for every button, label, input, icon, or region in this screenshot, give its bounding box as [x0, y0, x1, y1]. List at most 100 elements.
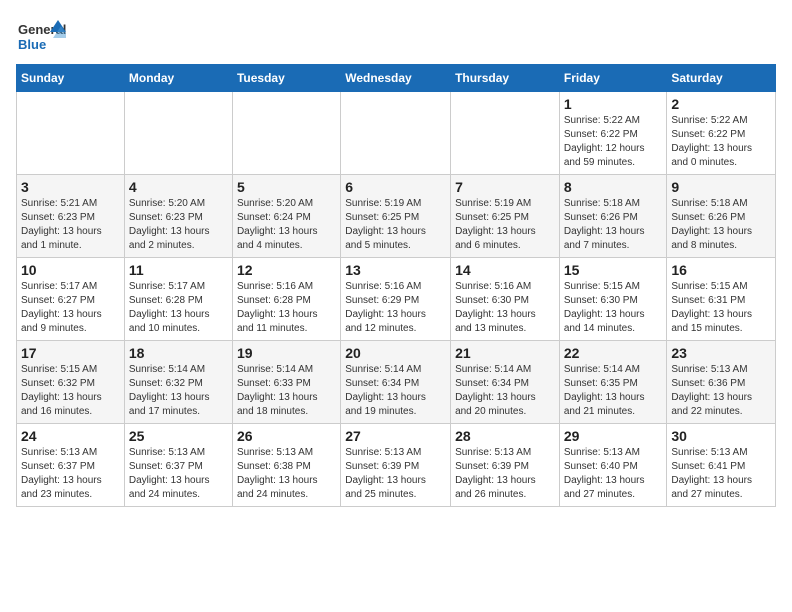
calendar-row: 3Sunrise: 5:21 AM Sunset: 6:23 PM Daylig…	[17, 175, 776, 258]
day-number: 16	[671, 262, 771, 278]
day-number: 19	[237, 345, 336, 361]
day-number: 8	[564, 179, 663, 195]
calendar-cell	[17, 92, 125, 175]
day-number: 23	[671, 345, 771, 361]
day-number: 25	[129, 428, 228, 444]
cell-info: Sunrise: 5:19 AM Sunset: 6:25 PM Dayligh…	[345, 197, 446, 253]
calendar-cell	[451, 92, 560, 175]
header-friday: Friday	[559, 65, 667, 92]
calendar-cell: 13 Sunrise: 5:16 AM Sunset: 6:29 PM Dayli…	[341, 258, 451, 341]
cell-info: Sunrise: 5:22 AM Sunset: 6:22 PM Dayligh…	[564, 114, 663, 170]
svg-text:Blue: Blue	[18, 37, 46, 52]
day-number: 4	[129, 179, 228, 195]
cell-info: Sunrise: 5:15 AM Sunset: 6:30 PM Dayligh…	[564, 280, 663, 336]
cell-info: Sunrise: 5:16 AM Sunset: 6:29 PM Dayligh…	[345, 280, 446, 336]
calendar-cell: 3Sunrise: 5:21 AM Sunset: 6:23 PM Daylig…	[17, 175, 125, 258]
cell-info: Sunrise: 5:13 AM Sunset: 6:39 PM Dayligh…	[455, 446, 555, 502]
day-number: 20	[345, 345, 446, 361]
logo: General Blue	[16, 16, 66, 56]
calendar-cell: 15 Sunrise: 5:15 AM Sunset: 6:30 PM Dayli…	[559, 258, 667, 341]
cell-info: Sunrise: 5:13 AM Sunset: 6:38 PM Dayligh…	[237, 446, 336, 502]
cell-info: Sunrise: 5:15 AM Sunset: 6:32 PM Dayligh…	[21, 363, 120, 419]
cell-info: Sunrise: 5:13 AM Sunset: 6:37 PM Dayligh…	[21, 446, 120, 502]
header-monday: Monday	[124, 65, 232, 92]
calendar-cell: 14 Sunrise: 5:16 AM Sunset: 6:30 PM Dayli…	[451, 258, 560, 341]
day-number: 18	[129, 345, 228, 361]
day-number: 10	[21, 262, 120, 278]
cell-info: Sunrise: 5:18 AM Sunset: 6:26 PM Dayligh…	[564, 197, 663, 253]
calendar-cell: 16 Sunrise: 5:15 AM Sunset: 6:31 PM Dayli…	[667, 258, 776, 341]
header-row: SundayMondayTuesdayWednesdayThursdayFrid…	[17, 65, 776, 92]
calendar-cell: 18 Sunrise: 5:14 AM Sunset: 6:32 PM Dayli…	[124, 341, 232, 424]
calendar-cell: 2 Sunrise: 5:22 AM Sunset: 6:22 PM Daylig…	[667, 92, 776, 175]
cell-info: Sunrise: 5:14 AM Sunset: 6:34 PM Dayligh…	[345, 363, 446, 419]
calendar-cell: 6 Sunrise: 5:19 AM Sunset: 6:25 PM Daylig…	[341, 175, 451, 258]
calendar-cell	[341, 92, 451, 175]
calendar-cell	[124, 92, 232, 175]
day-number: 2	[671, 96, 771, 112]
logo-svg: General Blue	[16, 16, 66, 56]
day-number: 6	[345, 179, 446, 195]
header-wednesday: Wednesday	[341, 65, 451, 92]
calendar-cell: 21 Sunrise: 5:14 AM Sunset: 6:34 PM Dayli…	[451, 341, 560, 424]
calendar-cell: 8 Sunrise: 5:18 AM Sunset: 6:26 PM Daylig…	[559, 175, 667, 258]
day-number: 3	[21, 179, 120, 195]
cell-info: Sunrise: 5:13 AM Sunset: 6:39 PM Dayligh…	[345, 446, 446, 502]
calendar-cell: 26Sunrise: 5:13 AM Sunset: 6:38 PM Dayli…	[232, 424, 340, 507]
calendar-cell: 12 Sunrise: 5:16 AM Sunset: 6:28 PM Dayli…	[232, 258, 340, 341]
page-header: General Blue	[16, 16, 776, 56]
calendar-cell: 1 Sunrise: 5:22 AM Sunset: 6:22 PM Daylig…	[559, 92, 667, 175]
calendar-cell: 19 Sunrise: 5:14 AM Sunset: 6:33 PM Dayli…	[232, 341, 340, 424]
day-number: 24	[21, 428, 120, 444]
day-number: 30	[671, 428, 771, 444]
day-number: 15	[564, 262, 663, 278]
day-number: 12	[237, 262, 336, 278]
cell-info: Sunrise: 5:20 AM Sunset: 6:24 PM Dayligh…	[237, 197, 336, 253]
day-number: 13	[345, 262, 446, 278]
header-thursday: Thursday	[451, 65, 560, 92]
cell-info: Sunrise: 5:13 AM Sunset: 6:41 PM Dayligh…	[671, 446, 771, 502]
cell-info: Sunrise: 5:13 AM Sunset: 6:36 PM Dayligh…	[671, 363, 771, 419]
day-number: 22	[564, 345, 663, 361]
day-number: 5	[237, 179, 336, 195]
cell-info: Sunrise: 5:18 AM Sunset: 6:26 PM Dayligh…	[671, 197, 771, 253]
calendar-cell: 9 Sunrise: 5:18 AM Sunset: 6:26 PM Daylig…	[667, 175, 776, 258]
day-number: 11	[129, 262, 228, 278]
day-number: 29	[564, 428, 663, 444]
day-number: 27	[345, 428, 446, 444]
cell-info: Sunrise: 5:14 AM Sunset: 6:32 PM Dayligh…	[129, 363, 228, 419]
calendar-table: SundayMondayTuesdayWednesdayThursdayFrid…	[16, 64, 776, 507]
calendar-cell: 25 Sunrise: 5:13 AM Sunset: 6:37 PM Dayli…	[124, 424, 232, 507]
cell-info: Sunrise: 5:16 AM Sunset: 6:28 PM Dayligh…	[237, 280, 336, 336]
header-sunday: Sunday	[17, 65, 125, 92]
calendar-cell: 11 Sunrise: 5:17 AM Sunset: 6:28 PM Dayli…	[124, 258, 232, 341]
calendar-cell: 27 Sunrise: 5:13 AM Sunset: 6:39 PM Dayli…	[341, 424, 451, 507]
cell-info: Sunrise: 5:22 AM Sunset: 6:22 PM Dayligh…	[671, 114, 771, 170]
cell-info: Sunrise: 5:20 AM Sunset: 6:23 PM Dayligh…	[129, 197, 228, 253]
calendar-cell: 7 Sunrise: 5:19 AM Sunset: 6:25 PM Daylig…	[451, 175, 560, 258]
day-number: 21	[455, 345, 555, 361]
calendar-cell: 30 Sunrise: 5:13 AM Sunset: 6:41 PM Dayli…	[667, 424, 776, 507]
day-number: 7	[455, 179, 555, 195]
cell-info: Sunrise: 5:14 AM Sunset: 6:33 PM Dayligh…	[237, 363, 336, 419]
day-number: 1	[564, 96, 663, 112]
calendar-row: 17Sunrise: 5:15 AM Sunset: 6:32 PM Dayli…	[17, 341, 776, 424]
cell-info: Sunrise: 5:14 AM Sunset: 6:35 PM Dayligh…	[564, 363, 663, 419]
cell-info: Sunrise: 5:13 AM Sunset: 6:40 PM Dayligh…	[564, 446, 663, 502]
cell-info: Sunrise: 5:17 AM Sunset: 6:27 PM Dayligh…	[21, 280, 120, 336]
day-number: 28	[455, 428, 555, 444]
cell-info: Sunrise: 5:13 AM Sunset: 6:37 PM Dayligh…	[129, 446, 228, 502]
cell-info: Sunrise: 5:15 AM Sunset: 6:31 PM Dayligh…	[671, 280, 771, 336]
cell-info: Sunrise: 5:19 AM Sunset: 6:25 PM Dayligh…	[455, 197, 555, 253]
calendar-cell: 29 Sunrise: 5:13 AM Sunset: 6:40 PM Dayli…	[559, 424, 667, 507]
calendar-cell: 10 Sunrise: 5:17 AM Sunset: 6:27 PM Dayli…	[17, 258, 125, 341]
calendar-cell: 22 Sunrise: 5:14 AM Sunset: 6:35 PM Dayli…	[559, 341, 667, 424]
cell-info: Sunrise: 5:17 AM Sunset: 6:28 PM Dayligh…	[129, 280, 228, 336]
cell-info: Sunrise: 5:14 AM Sunset: 6:34 PM Dayligh…	[455, 363, 555, 419]
calendar-cell	[232, 92, 340, 175]
day-number: 14	[455, 262, 555, 278]
day-number: 9	[671, 179, 771, 195]
calendar-cell: 24 Sunrise: 5:13 AM Sunset: 6:37 PM Dayli…	[17, 424, 125, 507]
cell-info: Sunrise: 5:16 AM Sunset: 6:30 PM Dayligh…	[455, 280, 555, 336]
calendar-row: 10 Sunrise: 5:17 AM Sunset: 6:27 PM Dayli…	[17, 258, 776, 341]
